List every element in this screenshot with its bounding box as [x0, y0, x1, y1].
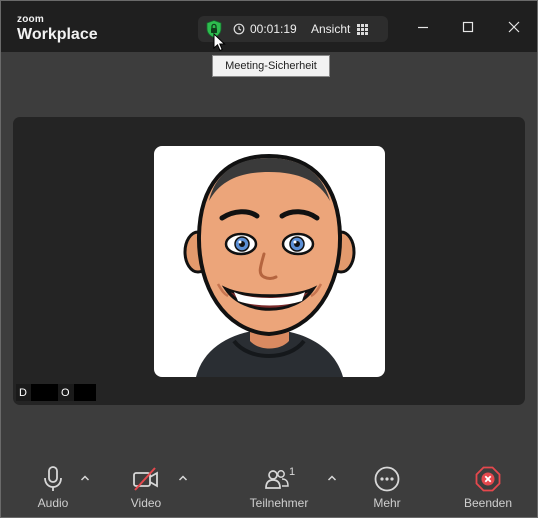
redaction-bar — [30, 384, 58, 401]
participants-label: Teilnehmer — [249, 496, 309, 510]
video-button[interactable]: Video — [122, 466, 170, 510]
close-icon — [508, 21, 520, 33]
audio-button[interactable]: Audio — [29, 466, 77, 510]
meeting-info-bar: 00:01:19 Ansicht — [198, 16, 388, 42]
participants-count: 1 — [289, 466, 296, 478]
brand-big: Workplace — [17, 26, 98, 43]
title-bar: zoom Workplace 00:01:19 Ansicht — [0, 0, 538, 52]
end-meeting-button[interactable]: Beenden — [460, 466, 516, 510]
close-button[interactable] — [499, 14, 529, 40]
participant-initial-last: O — [60, 386, 70, 399]
video-off-icon — [133, 467, 158, 491]
more-icon — [374, 466, 400, 492]
participant-video-tile[interactable]: D O — [13, 117, 525, 405]
app-logo: zoom Workplace — [17, 15, 98, 44]
more-button[interactable]: Mehr — [363, 466, 411, 510]
clock-icon — [233, 23, 245, 35]
minimize-button[interactable] — [408, 14, 438, 40]
video-options-chevron-up-icon[interactable] — [178, 474, 188, 482]
participant-name-tag: D O — [16, 384, 96, 401]
audio-options-chevron-up-icon[interactable] — [80, 474, 90, 482]
microphone-icon — [44, 466, 62, 491]
mouse-cursor-icon — [213, 33, 226, 52]
grid-view-icon — [357, 23, 369, 35]
audio-label: Audio — [37, 496, 69, 510]
security-tooltip: Meeting-Sicherheit — [212, 55, 330, 77]
participant-initial-first: D — [19, 386, 27, 399]
more-label: Mehr — [373, 496, 401, 510]
participant-avatar — [154, 146, 385, 377]
redaction-bar — [73, 384, 96, 401]
end-meeting-label: Beenden — [463, 496, 513, 510]
maximize-button[interactable] — [453, 14, 483, 40]
end-meeting-icon — [475, 466, 501, 492]
maximize-icon — [462, 21, 474, 33]
minimize-icon — [418, 26, 428, 29]
meeting-timer: 00:01:19 — [233, 22, 297, 36]
bitmoji-avatar-icon — [183, 153, 356, 377]
view-button[interactable]: Ansicht — [311, 22, 369, 36]
participants-button[interactable]: 1 Teilnehmer — [244, 466, 314, 510]
view-label: Ansicht — [311, 22, 351, 36]
video-label: Video — [130, 496, 162, 510]
participants-icon — [265, 470, 289, 489]
participants-options-chevron-up-icon[interactable] — [327, 474, 337, 482]
brand-small: zoom — [17, 14, 44, 25]
timer-text: 00:01:19 — [250, 22, 297, 36]
participants-icon-wrap: 1 — [259, 466, 299, 492]
